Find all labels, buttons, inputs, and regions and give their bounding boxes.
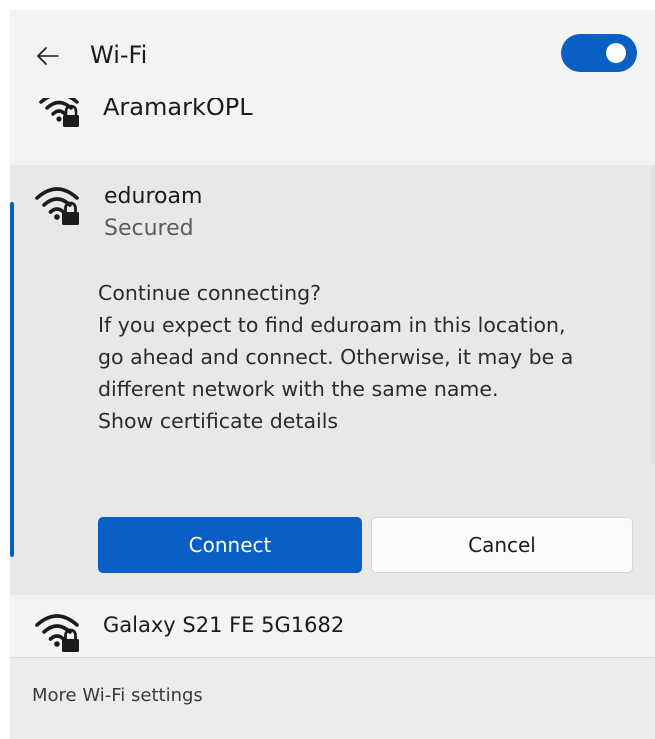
wifi-flyout-panel: Wi-Fi AramarkOPL eduroam Secured Continu… [10,10,655,739]
network-item-eduroam: eduroam Secured Continue connecting? If … [10,165,655,595]
wifi-header: Wi-Fi [10,10,655,98]
back-button[interactable] [28,36,68,76]
scrollbar[interactable] [651,165,655,465]
page-title: Wi-Fi [90,41,148,69]
selection-indicator [10,202,14,557]
show-certificate-link[interactable]: Show certificate details [98,405,648,437]
flyout-footer: More Wi-Fi settings [10,657,655,739]
cancel-button[interactable]: Cancel [371,517,633,573]
connect-warning-message: Continue connecting? If you expect to fi… [98,277,648,437]
message-line: Continue connecting? [98,281,321,305]
wifi-toggle[interactable] [561,34,637,72]
network-status: Secured [104,216,194,241]
network-item-galaxy[interactable]: Galaxy S21 FE 5G1682 [10,595,655,657]
network-name: Galaxy S21 FE 5G1682 [103,613,345,637]
message-line: go ahead and connect. Otherwise, it may … [98,345,574,369]
wifi-secured-icon [35,187,79,225]
wifi-secured-icon [35,614,79,652]
arrow-left-icon [37,47,59,65]
connect-button[interactable]: Connect [98,517,362,573]
toggle-knob [606,43,626,63]
message-line: different network with the same name. [98,377,499,401]
network-name: eduroam [104,184,203,209]
more-wifi-settings-link[interactable]: More Wi-Fi settings [32,682,203,710]
message-line: If you expect to find eduroam in this lo… [98,313,566,337]
